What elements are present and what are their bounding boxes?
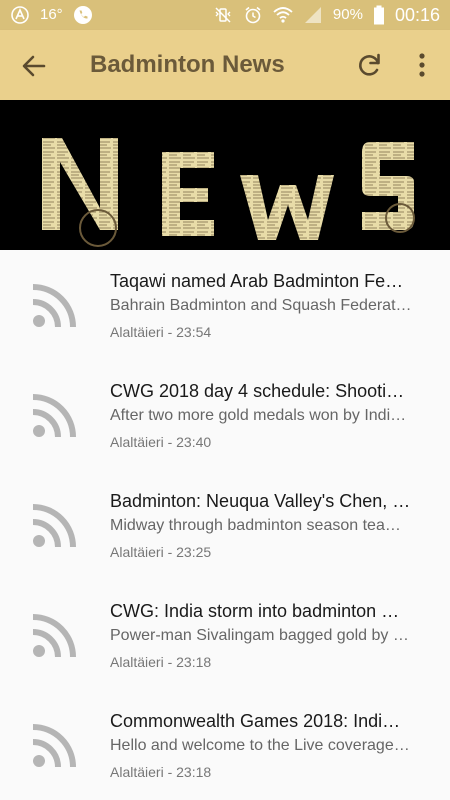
news-title: Commonwealth Games 2018: Indi… [110, 711, 401, 731]
rss-feed-icon [32, 504, 76, 548]
news-timestamp: Alaltäieri - 23:18 [110, 764, 212, 780]
news-list-item[interactable]: CWG: India storm into badminton … Power-… [0, 580, 450, 690]
news-description: Hello and welcome to the Live coverage… [110, 737, 410, 754]
news-banner-graphic [42, 138, 415, 247]
accessibility-icon [11, 6, 29, 24]
news-title: Taqawi named Arab Badminton Fe… [110, 271, 404, 291]
vibrate-mute-icon [215, 7, 231, 23]
phone-call-icon [73, 6, 92, 24]
battery-icon [373, 5, 384, 25]
news-banner-image [0, 100, 450, 250]
news-description: After two more gold medals won by Indi… [110, 407, 407, 424]
news-timestamp: Alaltäieri - 23:25 [110, 544, 212, 560]
news-title: CWG: India storm into badminton … [110, 601, 400, 621]
clock-time: 00:16 [394, 5, 440, 25]
news-description: Power-man Sivalingam bagged gold by … [110, 627, 409, 644]
refresh-icon[interactable] [356, 51, 384, 79]
battery-percent: 90% [332, 6, 363, 23]
news-description: Bahrain Badminton and Squash Federat… [110, 297, 412, 314]
cell-signal-icon [304, 7, 321, 23]
news-list-item[interactable]: Badminton: Neuqua Valley's Chen, … Midwa… [0, 470, 450, 580]
rss-feed-icon [32, 614, 76, 658]
alarm-icon [245, 6, 261, 24]
rss-feed-icon [32, 284, 76, 328]
news-timestamp: Alaltäieri - 23:54 [110, 324, 212, 340]
overflow-menu-icon[interactable] [410, 51, 434, 79]
app-bar: Badminton News [0, 30, 450, 100]
news-list-item[interactable]: Commonwealth Games 2018: Indi… Hello and… [0, 690, 450, 800]
page-title: Badminton News [90, 51, 285, 78]
news-description: Midway through badminton season tea… [110, 517, 401, 534]
news-title: Badminton: Neuqua Valley's Chen, … [110, 491, 411, 511]
back-arrow-icon[interactable] [20, 52, 48, 80]
news-list-item[interactable]: Taqawi named Arab Badminton Fe… Bahrain … [0, 250, 450, 360]
rss-feed-icon [32, 394, 76, 438]
rss-feed-icon [32, 724, 76, 768]
news-list-item[interactable]: CWG 2018 day 4 schedule: Shooti… After t… [0, 360, 450, 470]
status-bar: 16° 90% 00:16 [0, 0, 450, 30]
news-list: Taqawi named Arab Badminton Fe… Bahrain … [0, 250, 450, 800]
news-title: CWG 2018 day 4 schedule: Shooti… [110, 381, 405, 401]
news-timestamp: Alaltäieri - 23:18 [110, 654, 212, 670]
news-timestamp: Alaltäieri - 23:40 [110, 434, 212, 450]
temperature-text: 16° [40, 6, 63, 23]
wifi-icon [273, 7, 293, 23]
